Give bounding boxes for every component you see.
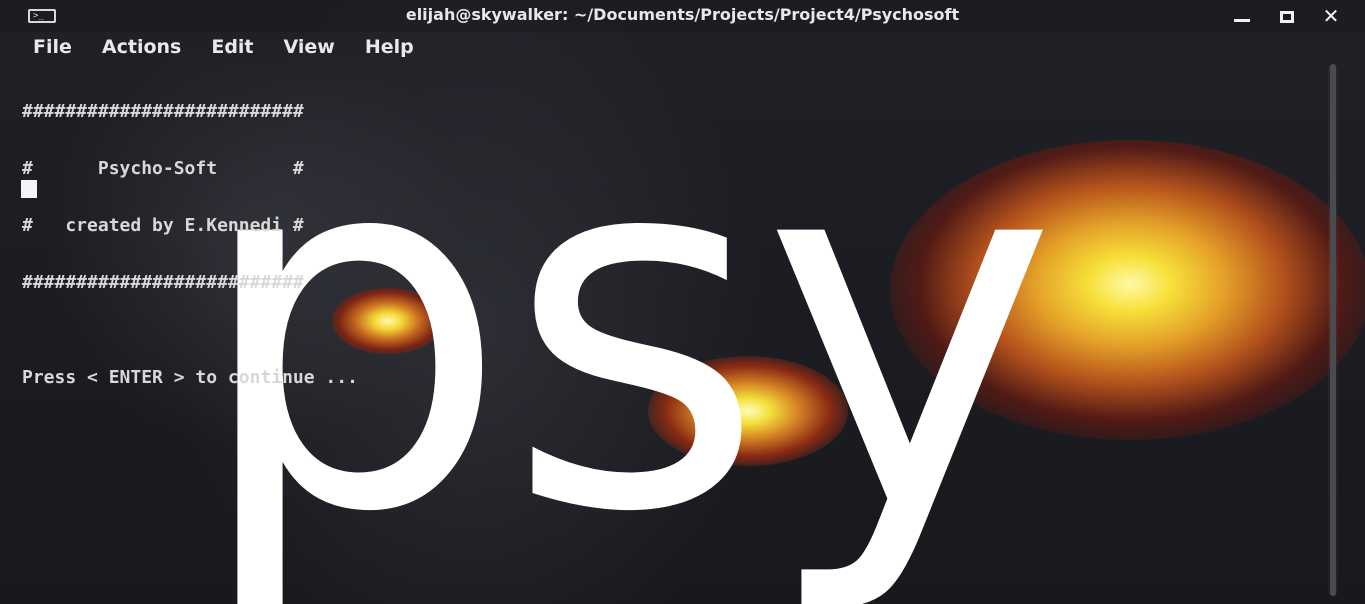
terminal-line: ########################## xyxy=(22,101,304,122)
menu-file[interactable]: File xyxy=(18,36,87,58)
wallpaper-glow-medium xyxy=(648,356,848,466)
terminal-line: ########################## xyxy=(22,272,304,293)
maximize-icon[interactable] xyxy=(1276,6,1298,26)
menu-bar: File Actions Edit View Help xyxy=(18,33,429,61)
terminal-line: # Psycho-Soft # xyxy=(22,158,304,179)
scrollbar-thumb[interactable] xyxy=(1330,64,1336,596)
wallpaper-glow-large xyxy=(890,140,1365,440)
menu-view[interactable]: View xyxy=(269,36,350,58)
terminal-line: # created by E.Kennedi # xyxy=(22,215,304,236)
menu-edit[interactable]: Edit xyxy=(196,36,268,58)
terminal-prompt-line: Press < ENTER > to continue ... xyxy=(22,367,358,388)
menu-actions[interactable]: Actions xyxy=(87,36,196,58)
text-cursor xyxy=(21,180,37,198)
scrollbar[interactable] xyxy=(1328,64,1338,596)
close-icon[interactable]: ✕ xyxy=(1320,6,1342,26)
terminal-window: psy >_ elijah@skywalker: ~/Documents/Pro… xyxy=(0,0,1365,604)
title-bar[interactable]: >_ elijah@skywalker: ~/Documents/Project… xyxy=(0,0,1365,32)
menu-help[interactable]: Help xyxy=(350,36,429,58)
window-title: elijah@skywalker: ~/Documents/Projects/P… xyxy=(405,5,960,24)
minimize-icon[interactable] xyxy=(1231,6,1253,26)
terminal-output[interactable]: ########################## # Psycho-Soft… xyxy=(22,64,358,425)
